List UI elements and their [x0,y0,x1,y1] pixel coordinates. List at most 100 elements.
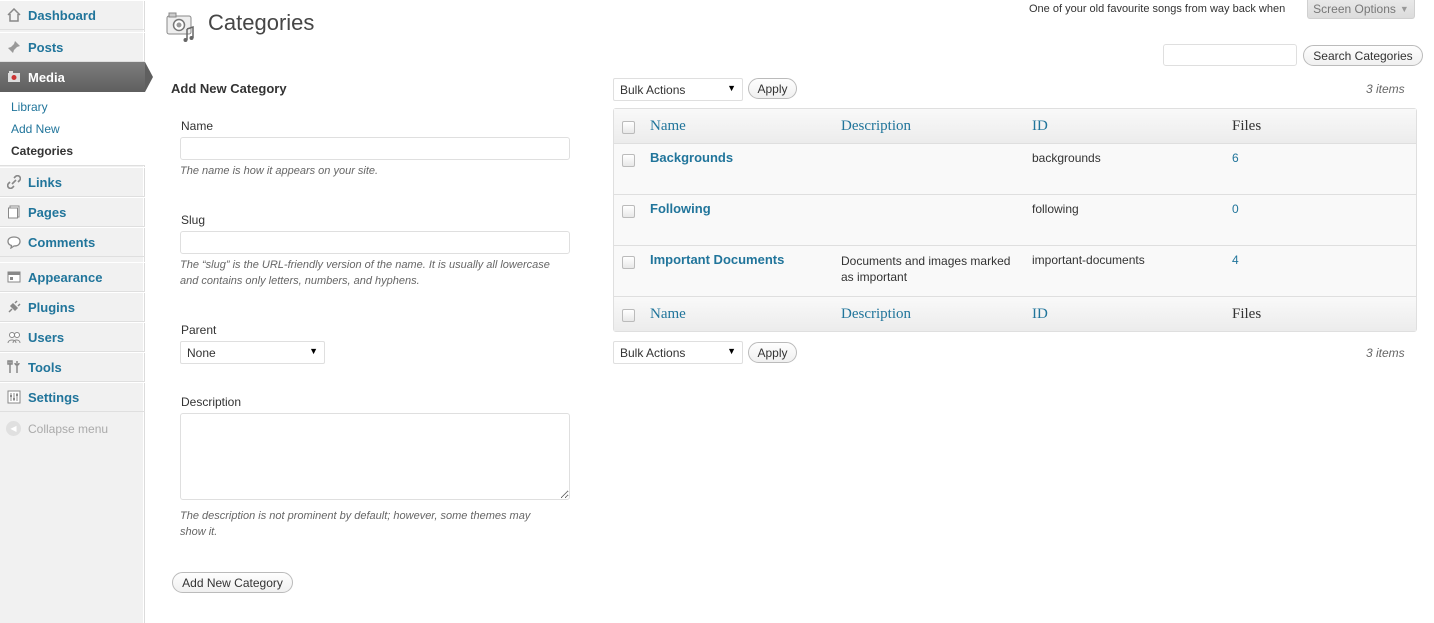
table-row: Important Documents Documents and images… [614,246,1416,297]
description-field[interactable] [180,413,570,500]
appearance-icon [6,269,22,285]
submenu-categories[interactable]: Categories [11,144,73,158]
menu-label: Appearance [28,269,103,285]
bulk-actions-select-bottom[interactable]: Bulk Actions ▼ [613,341,743,364]
slug-field[interactable] [180,231,570,254]
apply-button-bottom[interactable]: Apply [748,342,797,363]
table-row: Backgrounds backgrounds 6 [614,144,1416,195]
name-help: The name is how it appears on your site. [180,165,379,177]
description-line: Documents and images marked [841,254,1011,268]
menu-label: Dashboard [28,7,96,23]
slug-help-line: and contains only letters, numbers, and … [180,275,420,287]
column-id-header[interactable]: ID [1032,118,1048,135]
menu-item-media[interactable]: Media [0,62,153,92]
plugin-icon [6,299,22,315]
add-new-heading: Add New Category [171,81,287,96]
dropdown-arrow-icon: ▼ [727,346,736,356]
name-field[interactable] [180,137,570,160]
parent-label: Parent [181,323,217,337]
bulk-actions-value: Bulk Actions [620,345,686,360]
table-footer: Name Description ID Files [614,296,1416,331]
menu-label: Posts [28,39,64,55]
hello-dolly-lyric: One of your old favourite songs from way… [1029,3,1286,15]
menu-item-pages[interactable]: Pages [0,197,145,227]
column-description-footer[interactable]: Description [841,306,911,323]
items-count-bottom: 3 items [1366,346,1405,360]
collapse-menu[interactable]: ◀ Collapse menu [6,421,108,436]
column-name-footer[interactable]: Name [650,306,686,323]
menu-item-tools[interactable]: Tools [0,352,145,382]
settings-icon [6,389,22,405]
table-header: Name Description ID Files [614,109,1416,144]
category-id: important-documents [1032,253,1145,267]
parent-select[interactable]: None ▼ [180,341,325,364]
slug-help: The “slug” is the URL-friendly version o… [180,257,550,289]
items-count-top: 3 items [1366,82,1405,96]
description-help: The description is not prominent by defa… [180,508,530,540]
pages-icon [6,204,22,220]
media-icon [6,69,22,85]
category-description: Documents and images marked as important [841,253,1023,285]
bulk-actions-select-top[interactable]: Bulk Actions ▼ [613,78,743,101]
menu-item-appearance[interactable]: Appearance [0,262,145,292]
dropdown-arrow-icon: ▼ [727,83,736,93]
users-icon [6,329,22,345]
menu-label: Plugins [28,299,75,315]
row-checkbox[interactable] [622,154,635,167]
category-name-link[interactable]: Backgrounds [650,150,733,165]
comment-icon [6,234,22,250]
collapse-arrow-icon: ◀ [6,421,21,436]
category-files-count-link[interactable]: 6 [1232,151,1239,165]
select-all-checkbox[interactable] [622,121,635,134]
column-description-header[interactable]: Description [841,118,911,135]
category-name-link[interactable]: Important Documents [650,252,784,267]
description-label: Description [181,395,242,409]
page-title: Categories [208,10,315,35]
slug-label: Slug [181,213,206,227]
collapse-label: Collapse menu [28,421,109,436]
apply-button-top[interactable]: Apply [748,78,797,99]
row-checkbox[interactable] [622,256,635,269]
menu-label: Users [28,329,65,345]
menu-label: Links [28,174,62,190]
search-input[interactable] [1163,44,1297,66]
link-icon [6,174,22,190]
menu-label: Pages [28,204,67,220]
categories-table: Name Description ID Files Backgrounds ba… [613,108,1417,332]
row-checkbox[interactable] [622,205,635,218]
bulk-actions-value: Bulk Actions [620,82,686,97]
admin-sidebar: Dashboard Posts Media Library Add New Ca… [0,0,153,623]
category-files-count-link[interactable]: 0 [1232,202,1239,216]
slug-help-line: The “slug” is the URL-friendly version o… [180,259,550,271]
description-help-line: show it. [180,526,218,538]
submenu-library[interactable]: Library [11,100,48,114]
menu-item-posts[interactable]: Posts [0,32,145,62]
table-row: Following following 0 [614,195,1416,246]
category-id: following [1032,202,1079,216]
menu-label: Comments [28,234,96,250]
dropdown-arrow-icon: ▼ [309,346,318,356]
description-help-line: The description is not prominent by defa… [180,510,531,522]
column-files-footer: Files [1232,306,1262,322]
menu-item-settings[interactable]: Settings [0,382,145,412]
column-name-header[interactable]: Name [650,118,686,135]
menu-item-plugins[interactable]: Plugins [0,292,145,322]
column-files-header: Files [1232,118,1262,134]
search-categories-button[interactable]: Search Categories [1303,45,1423,66]
menu-item-users[interactable]: Users [0,322,145,352]
select-all-checkbox-footer[interactable] [622,309,635,322]
menu-item-links[interactable]: Links [0,167,145,197]
menu-item-comments[interactable]: Comments [0,227,145,257]
description-line: as important [841,270,908,284]
column-id-footer[interactable]: ID [1032,306,1048,323]
media-submenu: Library Add New Categories [0,92,145,166]
category-name-link[interactable]: Following [650,201,711,216]
menu-label: Media [28,69,65,85]
screen-options-button[interactable]: Screen Options ▼ [1307,0,1415,19]
add-new-category-button[interactable]: Add New Category [172,572,293,593]
menu-item-dashboard[interactable]: Dashboard [0,0,145,30]
menu-label: Settings [28,389,80,405]
name-label: Name [181,119,214,133]
category-files-count-link[interactable]: 4 [1232,253,1239,267]
submenu-add-new[interactable]: Add New [11,122,60,136]
